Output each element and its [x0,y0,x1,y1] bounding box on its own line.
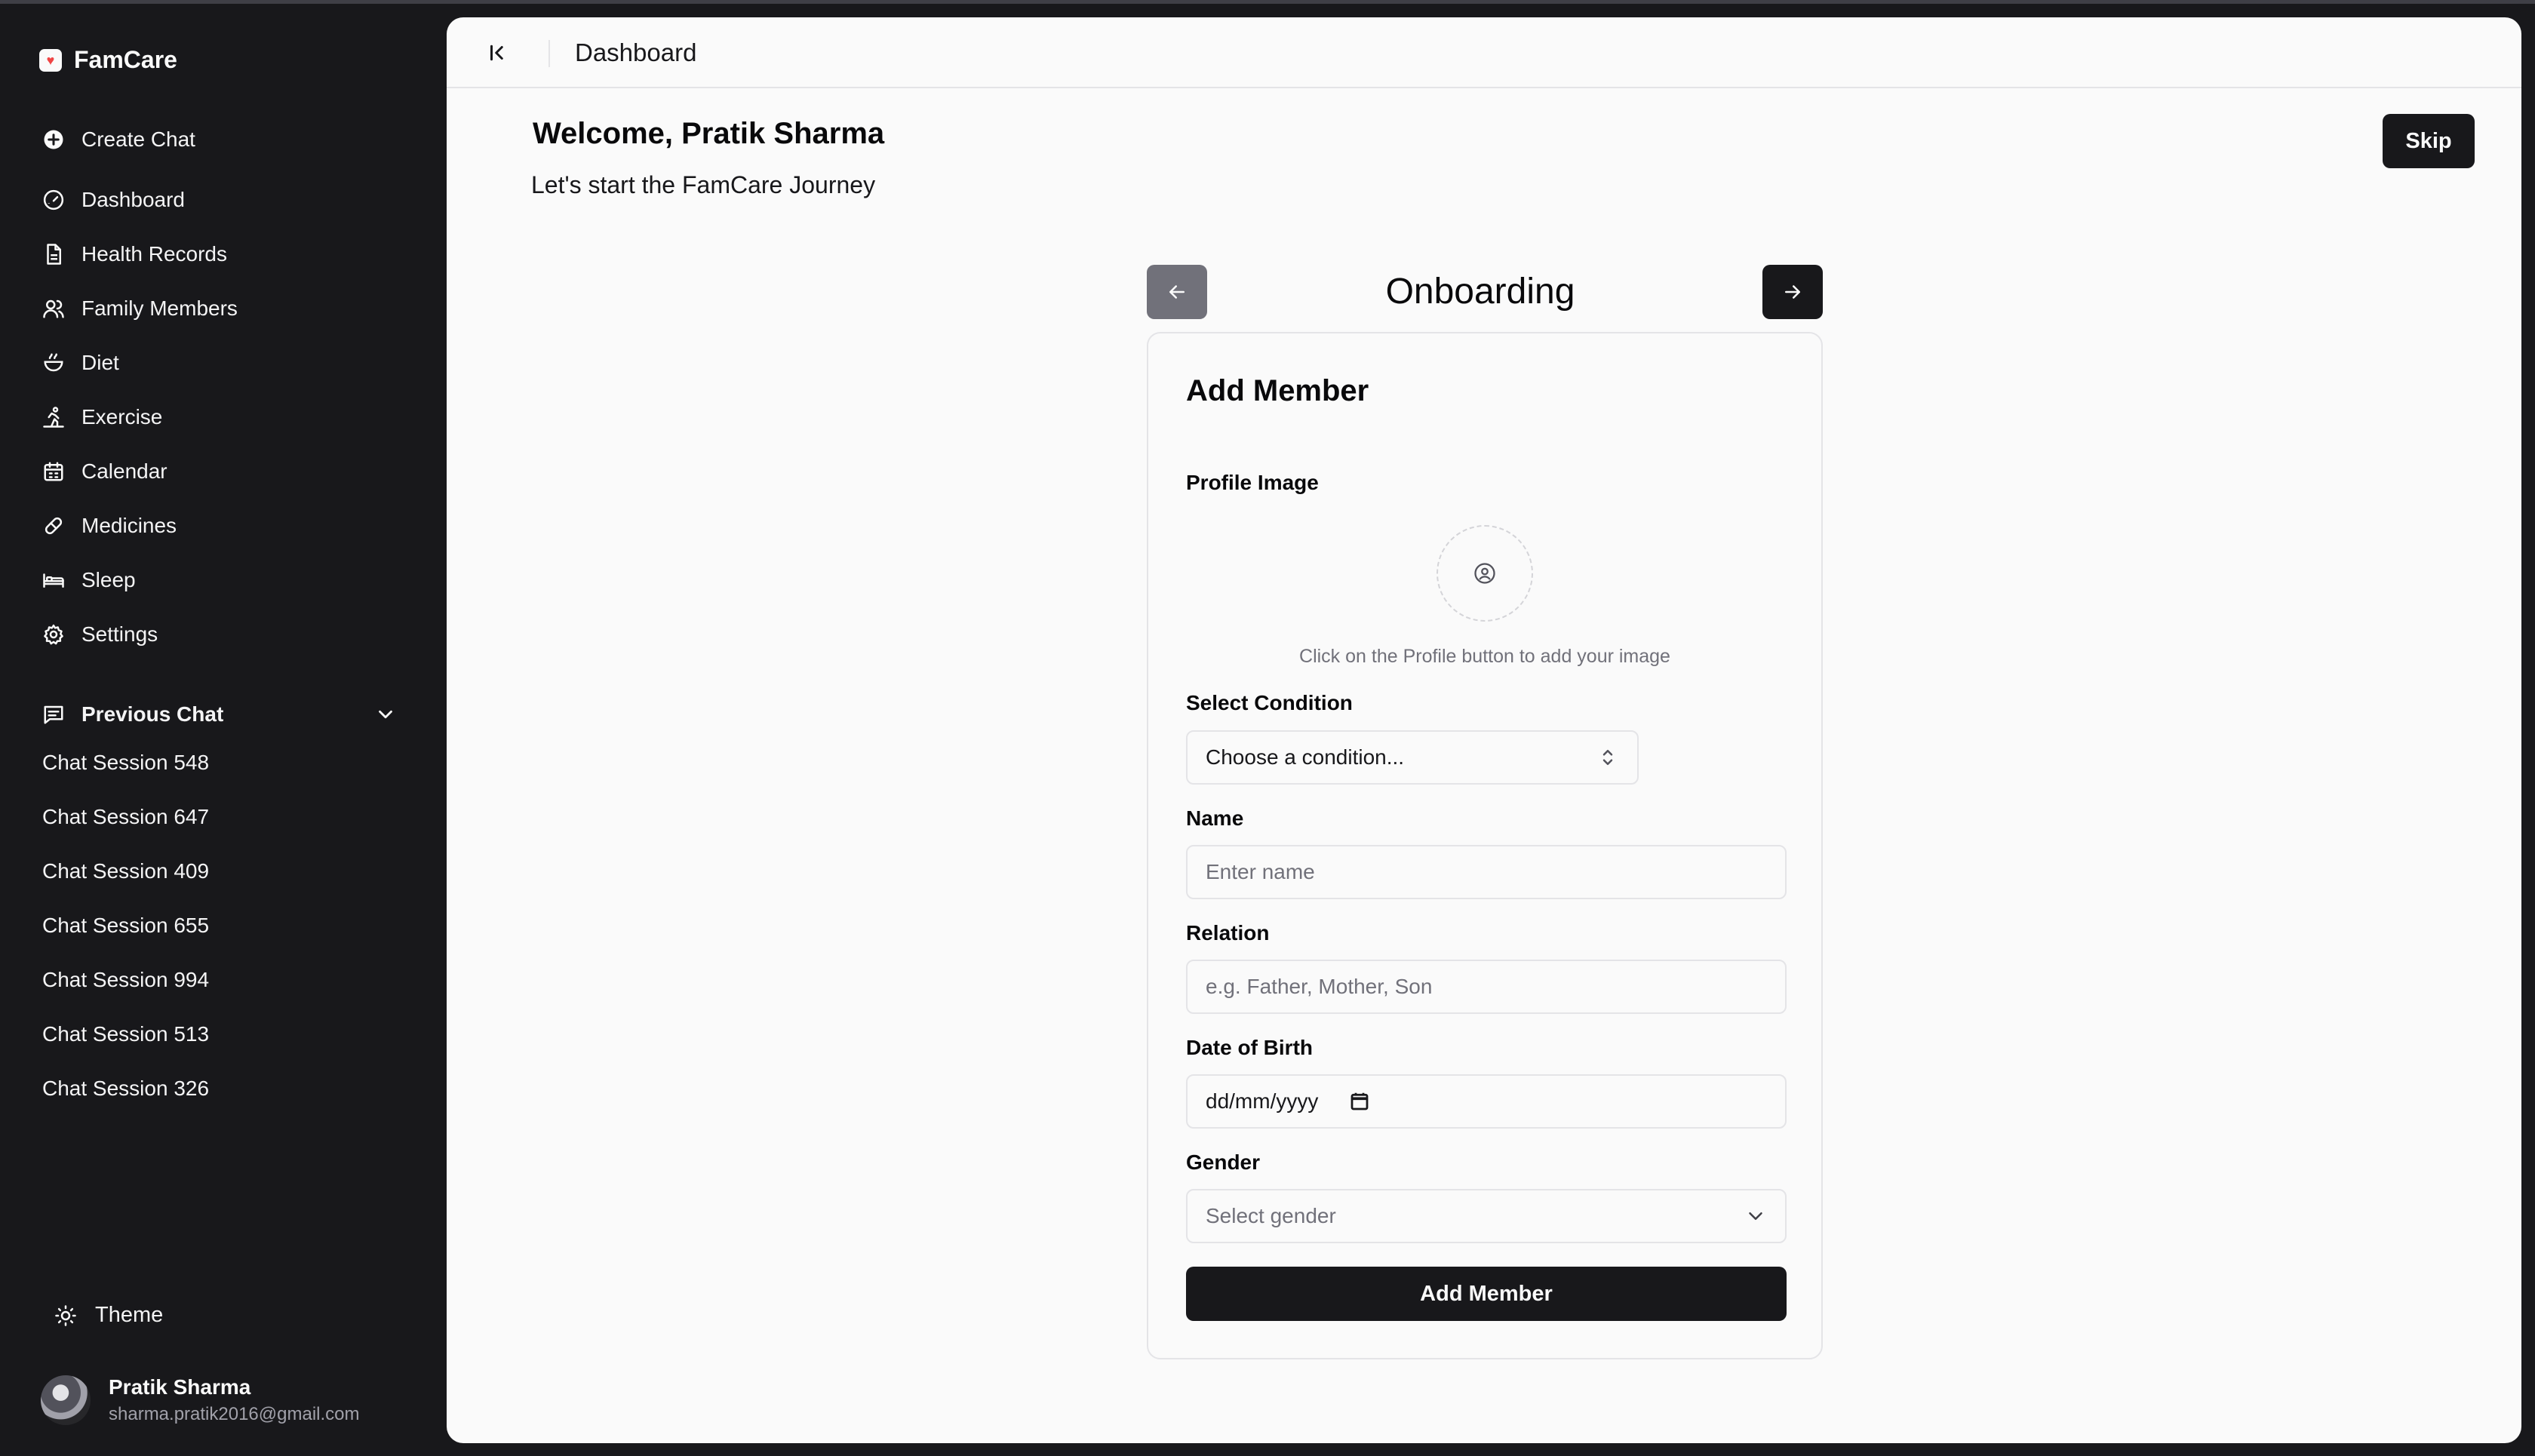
create-chat-button[interactable]: Create Chat [42,112,419,167]
sidebar-item-diet[interactable]: Diet [42,336,419,390]
condition-value: Choose a condition... [1206,745,1405,769]
chat-session-item[interactable]: Chat Session 994 [42,953,397,1007]
skip-button[interactable]: Skip [2383,114,2475,168]
welcome-heading: Welcome, Pratik Sharma [533,117,885,150]
previous-chat-label: Previous Chat [81,702,224,726]
onboarding-prev-button[interactable] [1147,265,1207,319]
condition-select[interactable]: Choose a condition... [1186,730,1639,785]
heart-icon: ♥ [39,48,62,72]
welcome-subtitle: Let's start the FamCare Journey [531,171,876,198]
add-member-button[interactable]: Add Member [1186,1267,1787,1321]
chevron-down-icon [374,703,397,726]
arrow-left-icon [1166,281,1188,303]
sidebar-item-label: Calendar [81,459,167,483]
card-title: Add Member [1186,374,1369,407]
profile-image-hint: Click on the Profile button to add your … [1299,646,1670,667]
sidebar-item-label: Settings [81,622,158,646]
chat-session-item[interactable]: Chat Session 513 [42,1007,397,1061]
sidebar-item-settings[interactable]: Settings [42,607,419,662]
file-icon [42,243,65,266]
name-placeholder: Enter name [1206,860,1315,883]
relation-placeholder: e.g. Father, Mother, Son [1206,975,1433,998]
chevrons-up-down-icon [1596,746,1619,769]
dob-label: Date of Birth [1186,1036,1313,1059]
condition-label: Select Condition [1186,691,1353,714]
brand-name: FamCare [74,46,177,73]
plus-circle-icon [42,128,65,151]
gender-select[interactable]: Select gender [1186,1189,1787,1243]
previous-chat-toggle[interactable]: Previous Chat [42,687,397,742]
pill-icon [42,515,65,537]
chat-session-item[interactable]: Chat Session 326 [42,1061,397,1116]
chat-session-item[interactable]: Chat Session 548 [42,736,397,790]
user-profile[interactable]: Pratik Sharma sharma.pratik2016@gmail.co… [41,1375,360,1425]
gauge-icon [42,189,65,211]
user-name: Pratik Sharma [109,1375,251,1399]
sidebar: ♥ FamCare Create Chat Dashboard Health R… [0,4,445,1456]
running-icon [42,406,65,429]
relation-input[interactable]: e.g. Father, Mother, Son [1186,960,1787,1014]
sidebar-item-label: Medicines [81,514,177,537]
theme-label: Theme [95,1303,164,1327]
avatar [41,1375,91,1425]
chat-session-item[interactable]: Chat Session 655 [42,898,397,953]
onboarding-next-button[interactable] [1762,265,1823,319]
profile-image-label: Profile Image [1186,471,1319,494]
chevron-down-icon [1744,1205,1767,1227]
sidebar-item-label: Dashboard [81,188,185,211]
sidebar-item-dashboard[interactable]: Dashboard [42,173,419,227]
gear-icon [42,623,65,646]
create-chat-label: Create Chat [81,127,195,151]
main-panel: Dashboard Welcome, Pratik Sharma Let's s… [447,17,2521,1443]
users-icon [42,297,65,320]
panel-collapse-icon [486,41,509,64]
user-circle-icon [1473,562,1496,585]
profile-image-button[interactable] [1436,525,1533,622]
chat-session-list: Chat Session 548 Chat Session 647 Chat S… [42,736,397,1116]
brand[interactable]: ♥ FamCare [39,46,177,74]
gender-placeholder: Select gender [1206,1204,1336,1227]
chat-session-item[interactable]: Chat Session 409 [42,844,397,898]
sidebar-item-exercise[interactable]: Exercise [42,390,419,444]
dob-value: dd/mm/yyyy [1206,1089,1319,1113]
collapse-sidebar-button[interactable] [484,40,510,66]
sidebar-nav: Create Chat Dashboard Health Records Fam… [42,112,419,662]
relation-label: Relation [1186,921,1270,945]
name-input[interactable]: Enter name [1186,845,1787,899]
sidebar-item-label: Diet [81,351,119,374]
onboarding-title: Onboarding [1385,272,1575,312]
name-label: Name [1186,806,1244,830]
sidebar-item-label: Health Records [81,242,227,266]
message-square-icon [42,703,65,726]
calendar-picker-icon[interactable] [1348,1090,1371,1113]
sun-icon [54,1304,77,1327]
sidebar-item-health-records[interactable]: Health Records [42,227,419,281]
top-bar: Dashboard [447,17,2521,88]
sidebar-item-medicines[interactable]: Medicines [42,499,419,553]
sidebar-item-label: Sleep [81,568,136,591]
calendar-icon [42,460,65,483]
chat-session-item[interactable]: Chat Session 647 [42,790,397,844]
add-member-card: Add Member Profile Image Click on the Pr… [1147,332,1823,1359]
bed-icon [42,569,65,591]
sidebar-item-family-members[interactable]: Family Members [42,281,419,336]
sidebar-item-label: Family Members [81,296,238,320]
topbar-divider [548,40,550,67]
sidebar-item-label: Exercise [81,405,163,429]
sidebar-item-sleep[interactable]: Sleep [42,553,419,607]
arrow-right-icon [1781,281,1804,303]
page-title: Dashboard [575,38,697,66]
sidebar-item-calendar[interactable]: Calendar [42,444,419,499]
dob-input[interactable]: dd/mm/yyyy [1186,1074,1787,1129]
theme-toggle[interactable]: Theme [54,1303,163,1328]
gender-label: Gender [1186,1150,1261,1174]
user-email: sharma.pratik2016@gmail.com [109,1404,360,1424]
bowl-icon [42,352,65,374]
